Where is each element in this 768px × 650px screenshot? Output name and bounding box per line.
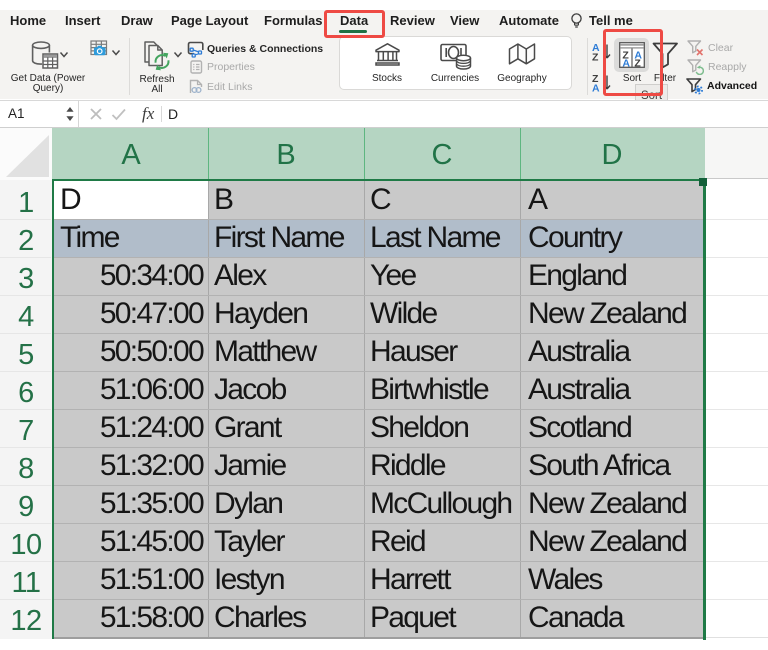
svg-text:A: A	[592, 83, 600, 94]
svg-text:Z: Z	[592, 52, 599, 62]
